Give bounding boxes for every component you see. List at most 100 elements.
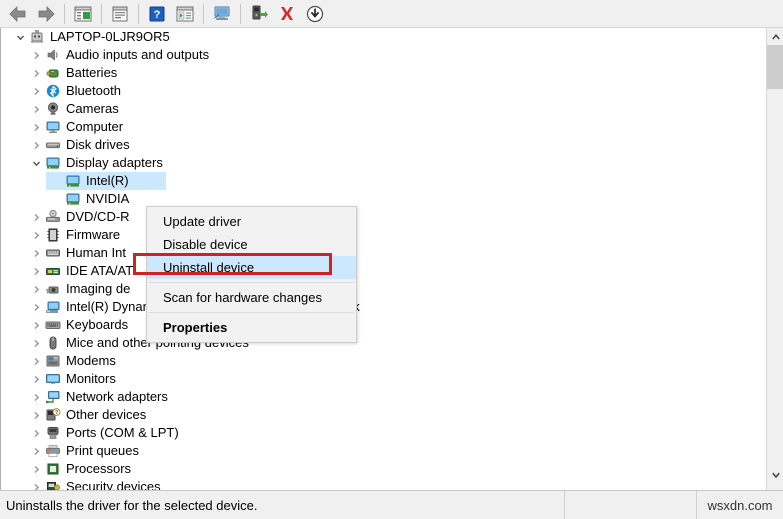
tree-item-label: DVD/CD-R (66, 209, 130, 224)
chevron-right-icon[interactable] (28, 298, 44, 316)
tree-row-network-adapters[interactable]: Network adapters (6, 388, 758, 406)
chevron-right-icon[interactable] (28, 352, 44, 370)
scrollbar-track[interactable] (767, 89, 783, 466)
toolbar-separator (101, 3, 102, 24)
tree-row-security-devices[interactable]: Security devices (6, 478, 758, 490)
chevron-right-icon[interactable] (28, 280, 44, 298)
tree-row-disk-drives[interactable]: Disk drives (6, 136, 758, 154)
chevron-right-icon[interactable] (28, 226, 44, 244)
scroll-down-arrow-icon[interactable] (767, 466, 783, 483)
forward-arrow-icon[interactable] (33, 2, 59, 26)
tree-row-intel-display-adapter[interactable]: Intel(R) (6, 172, 758, 190)
menu-item-label: Uninstall device (163, 260, 255, 275)
firmware-icon (44, 226, 62, 244)
chevron-right-icon[interactable] (28, 208, 44, 226)
chevron-right-icon[interactable] (28, 370, 44, 388)
tree-row-modems[interactable]: Modems (6, 352, 758, 370)
tree-item-label: Disk drives (66, 137, 130, 152)
tree-item-label: Security devices (66, 479, 161, 490)
chevron-right-icon[interactable] (28, 316, 44, 334)
tree-row-ide-ata-atapi-controllers[interactable]: IDE ATA/AT (6, 262, 758, 280)
tree-item-label: NVIDIA (86, 191, 130, 206)
scroll-up-arrow-icon[interactable] (767, 28, 783, 45)
device-manager-window: ? LAPTOP-0LJR9OR5 Audio inputs and outpu… (0, 0, 783, 519)
context-menu[interactable]: Update driver Disable device Uninstall d… (146, 206, 357, 343)
help-icon[interactable]: ? (144, 2, 170, 26)
chevron-right-icon[interactable] (28, 442, 44, 460)
back-arrow-icon[interactable] (5, 2, 31, 26)
chevron-right-icon[interactable] (28, 424, 44, 442)
tree-row-mice-and-other-pointing-devices[interactable]: Mice and other pointing devices (6, 334, 758, 352)
tree-row-display-adapters[interactable]: Display adapters (6, 154, 758, 172)
menu-item-properties[interactable]: Properties (147, 316, 356, 339)
speaker-icon (44, 46, 62, 64)
chevron-down-icon[interactable] (28, 154, 44, 172)
view-icon[interactable] (172, 2, 198, 26)
computer-node-icon (28, 28, 46, 46)
vertical-scrollbar[interactable] (766, 28, 783, 490)
tree-row-batteries[interactable]: Batteries (6, 64, 758, 82)
tree-row-human-interface-devices[interactable]: Human Int (6, 244, 758, 262)
tree-row-bluetooth[interactable]: Bluetooth (6, 82, 758, 100)
chevron-down-icon[interactable] (12, 28, 28, 46)
tree-row-intel-dynamic-platform-thermal-framework[interactable]: Intel(R) Dynamic Platform and Thermal Fr… (6, 298, 758, 316)
scan-for-hardware-changes-icon[interactable] (209, 2, 235, 26)
menu-item-disable-device[interactable]: Disable device (147, 233, 356, 256)
tree-row-nvidia-display-adapter[interactable]: NVIDIA (6, 190, 758, 208)
chevron-right-icon[interactable] (28, 460, 44, 478)
chevron-right-icon[interactable] (28, 262, 44, 280)
tree-item-label: Processors (66, 461, 132, 476)
toolbar-separator (240, 3, 241, 24)
menu-item-uninstall-device[interactable]: Uninstall device (147, 256, 356, 279)
disable-device-icon[interactable] (302, 2, 328, 26)
scrollbar-thumb[interactable] (767, 45, 783, 89)
tree-row-keyboards[interactable]: Keyboards (6, 316, 758, 334)
ide-controller-icon (44, 262, 62, 280)
menu-item-update-driver[interactable]: Update driver (147, 210, 356, 233)
device-tree[interactable]: LAPTOP-0LJR9OR5 Audio inputs and outputs (6, 28, 758, 490)
chevron-right-icon[interactable] (28, 388, 44, 406)
status-bar: Uninstalls the driver for the selected d… (0, 490, 783, 519)
chevron-right-icon[interactable] (28, 334, 44, 352)
uninstall-device-icon[interactable] (274, 2, 300, 26)
tree-row-monitors[interactable]: Monitors (6, 370, 758, 388)
toolbar: ? (0, 0, 783, 28)
system-device-icon (44, 298, 62, 316)
tree-item-label: Display adapters (66, 155, 163, 170)
tree-item-label: Batteries (66, 65, 118, 80)
tree-item-label: IDE ATA/AT (66, 263, 134, 278)
tree-row-audio-inputs-and-outputs[interactable]: Audio inputs and outputs (6, 46, 758, 64)
chevron-right-icon[interactable] (28, 478, 44, 490)
tree-row-firmware[interactable]: Firmware (6, 226, 758, 244)
chevron-right-icon[interactable] (28, 118, 44, 136)
chevron-right-icon[interactable] (28, 136, 44, 154)
chevron-right-icon[interactable] (28, 100, 44, 118)
tree-item-label: Print queues (66, 443, 139, 458)
printer-icon (44, 442, 62, 460)
tree-row-cameras[interactable]: Cameras (6, 100, 758, 118)
chevron-right-icon[interactable] (28, 64, 44, 82)
chevron-right-icon[interactable] (28, 406, 44, 424)
update-driver-icon[interactable] (246, 2, 272, 26)
chevron-right-icon[interactable] (28, 244, 44, 262)
tree-row-processors[interactable]: Processors (6, 460, 758, 478)
properties-icon[interactable] (107, 2, 133, 26)
tree-row-other-devices[interactable]: ? Other devices (6, 406, 758, 424)
tree-item-label: Intel(R) (86, 173, 129, 188)
tree-row-computer[interactable]: Computer (6, 118, 758, 136)
chevron-right-icon[interactable] (28, 46, 44, 64)
tree-item-label: Cameras (66, 101, 119, 116)
display-adapter-icon (64, 172, 82, 190)
chevron-right-icon[interactable] (28, 82, 44, 100)
tree-row-ports-com-and-lpt[interactable]: Ports (COM & LPT) (6, 424, 758, 442)
tree-row-root[interactable]: LAPTOP-0LJR9OR5 (6, 28, 758, 46)
show-hide-console-tree-icon[interactable] (70, 2, 96, 26)
tree-row-dvd-cd-rom-drives[interactable]: DVD/CD-R (6, 208, 758, 226)
tree-row-print-queues[interactable]: Print queues (6, 442, 758, 460)
menu-item-label: Properties (163, 320, 228, 335)
mouse-icon (44, 334, 62, 352)
tree-row-imaging-devices[interactable]: Imaging de (6, 280, 758, 298)
menu-item-scan-for-hardware-changes[interactable]: Scan for hardware changes (147, 286, 356, 309)
